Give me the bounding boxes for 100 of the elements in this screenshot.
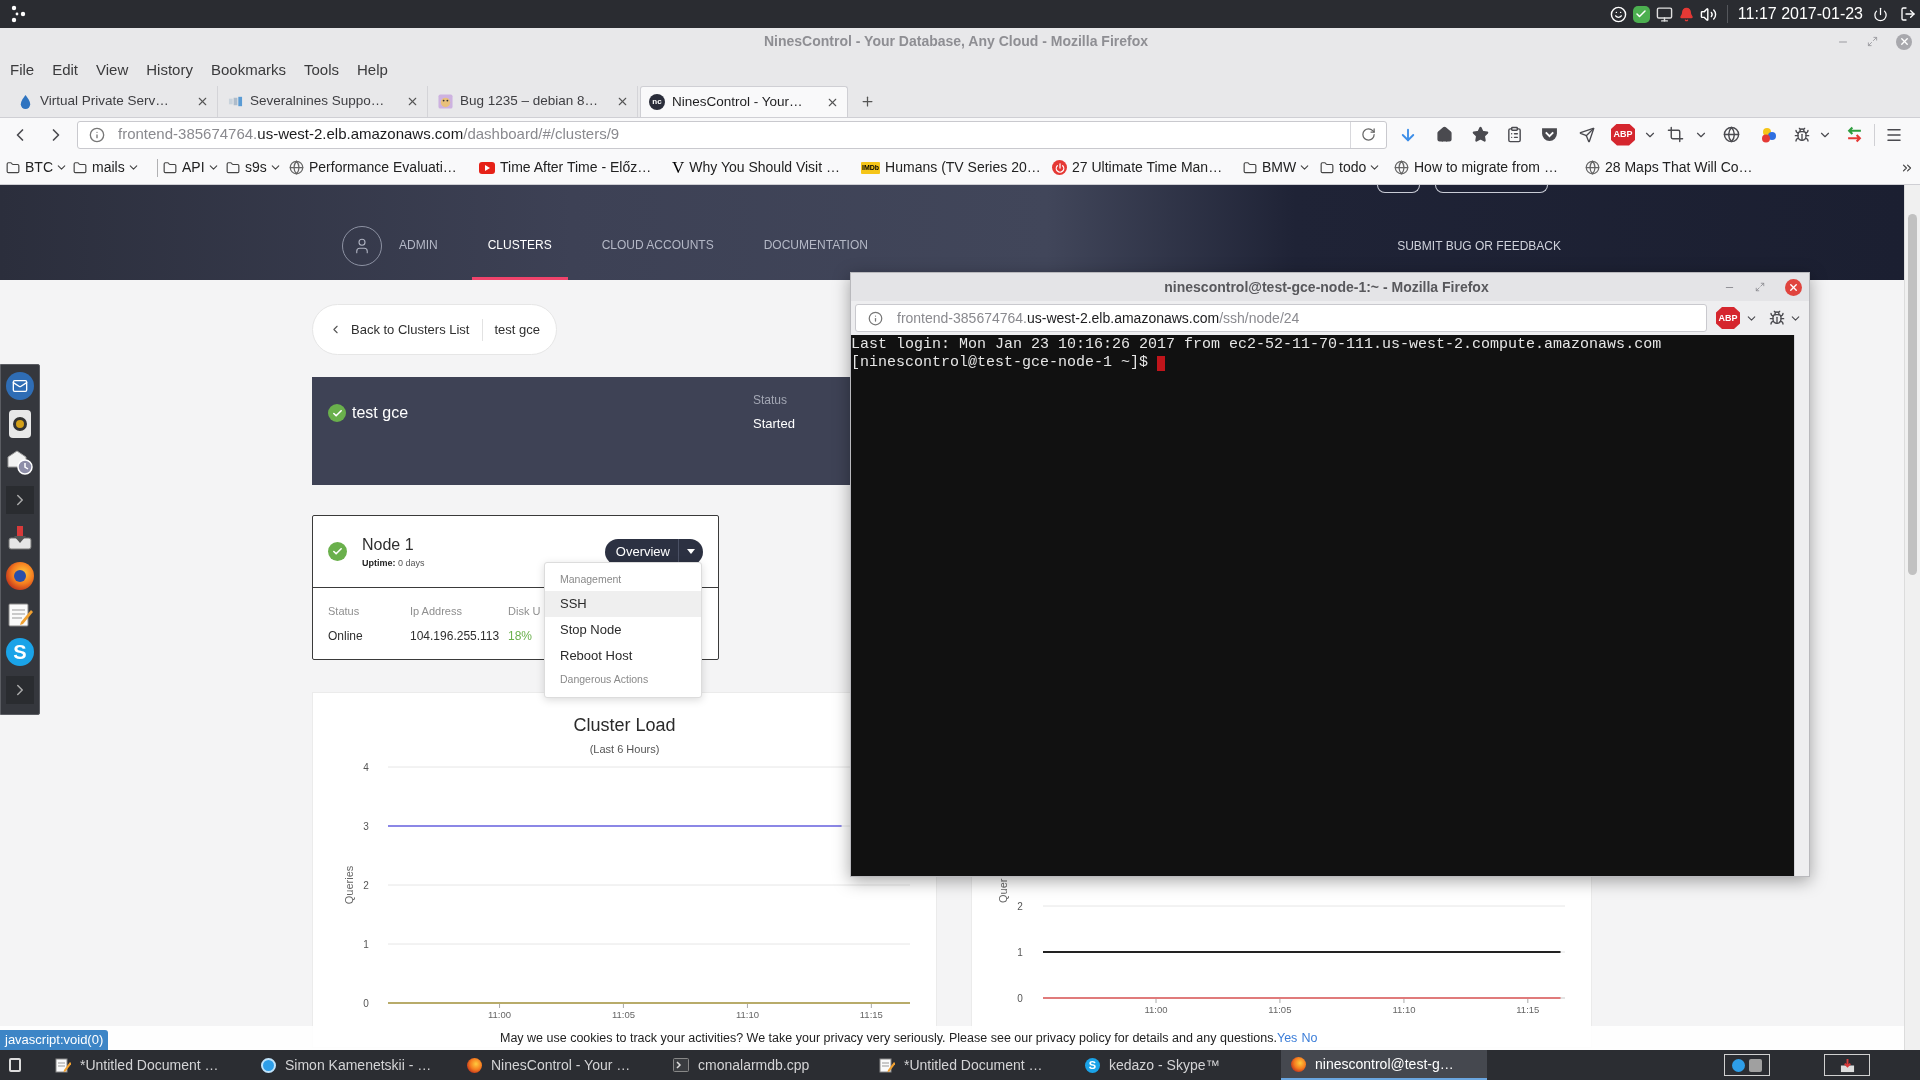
octagon-badge[interactable]: ABP (1611, 123, 1635, 146)
arrows-icon[interactable] (1845, 126, 1863, 143)
url-status-bar: javascript:void(0) (0, 1030, 109, 1050)
star-icon[interactable] (1471, 126, 1489, 143)
tray-download-icon[interactable] (1824, 1054, 1870, 1076)
close-icon[interactable] (616, 95, 629, 108)
menu-item[interactable]: File (10, 58, 35, 82)
chat-bubble-icon (261, 1057, 276, 1073)
axis-tick-label: 4 (363, 761, 369, 773)
clock-text[interactable]: 11:17 2017-01-23 (1737, 2, 1863, 26)
globe-icon (1394, 160, 1409, 175)
taskbar-item[interactable]: S kedazo - Skype™ (1075, 1050, 1281, 1080)
bookmark-item[interactable]: mails (73, 157, 140, 178)
decline-link[interactable]: No (1301, 1028, 1318, 1048)
new-tab-icon[interactable] (860, 93, 875, 109)
clipboard-icon[interactable] (1505, 126, 1523, 143)
menu-item[interactable]: View (96, 58, 129, 82)
chevron-right-icon[interactable] (6, 486, 34, 514)
status-label: Status (753, 392, 789, 408)
notepad-icon[interactable] (6, 600, 34, 628)
bookmark-item[interactable]: Performance Evaluati… (289, 157, 457, 178)
blur-icon (228, 94, 243, 109)
menu-item[interactable]: Stop Node (545, 617, 701, 643)
nav-tab[interactable]: ADMIN (383, 212, 454, 280)
close-icon[interactable] (196, 95, 209, 108)
bookmark-item[interactable]: todo (1320, 157, 1382, 178)
close-icon[interactable] (406, 95, 419, 108)
bookmark-item[interactable]: s9s (226, 157, 282, 178)
nav-tab[interactable]: CLUSTERS (471, 212, 568, 280)
check-badge-icon[interactable] (1632, 5, 1650, 23)
menu-item[interactable]: Bookmarks (210, 58, 286, 82)
bookmark-item[interactable]: BMW (1243, 157, 1312, 178)
shield-icon[interactable] (1540, 126, 1558, 143)
menu-item[interactable]: History (146, 58, 193, 82)
monitor-icon[interactable] (1655, 5, 1673, 23)
folder-icon (163, 160, 177, 175)
reload-icon[interactable] (1361, 127, 1376, 142)
scrollbar[interactable] (1904, 185, 1920, 1050)
menu-item[interactable]: Help (357, 58, 388, 82)
launcher-icon[interactable] (10, 5, 26, 23)
bell-icon[interactable] (1678, 6, 1694, 22)
power-icon[interactable] (1873, 6, 1888, 22)
bug-icon[interactable] (1769, 310, 1785, 326)
menu-item[interactable]: Tools (304, 58, 339, 82)
browser-tab[interactable]: nc NinesControl - Your… (640, 86, 848, 117)
dropdown-toggle[interactable] (678, 538, 703, 565)
mail-icon[interactable] (6, 372, 34, 400)
taskbar-item[interactable]: NinesControl - Your … (457, 1050, 663, 1080)
info-icon[interactable] (868, 310, 883, 326)
taskbar-item[interactable]: *Untitled Document … (869, 1050, 1075, 1080)
overview-button[interactable]: Overview (604, 538, 678, 565)
axis-tick-label: 3 (363, 820, 369, 832)
info-icon[interactable] (89, 126, 105, 143)
speaker-icon[interactable] (9, 410, 31, 438)
smiley-icon[interactable] (1609, 5, 1627, 23)
menu-item[interactable]: Edit (52, 58, 79, 82)
download-tray-icon[interactable] (6, 524, 34, 552)
tray-chat-icon[interactable] (1724, 1054, 1770, 1076)
menu-item[interactable]: SSH (545, 591, 701, 617)
volume-icon[interactable] (1699, 5, 1717, 23)
octagon-badge[interactable]: ABP (1716, 307, 1740, 329)
axis-tick-label: 0 (363, 997, 369, 1009)
feedback-link[interactable]: SUBMIT BUG OR FEEDBACK (1397, 237, 1561, 255)
nav-tab[interactable]: DOCUMENTATION (747, 212, 884, 280)
menu-item[interactable]: Reboot Host (545, 643, 701, 669)
bookmark-item[interactable]: V Why You Should Visit … (672, 157, 840, 178)
bookmark-item[interactable]: How to migrate from … (1394, 157, 1558, 178)
taskbar-item[interactable]: Simon Kamenetskii - … (251, 1050, 457, 1080)
chevron-right-icon[interactable] (6, 676, 34, 704)
bookmark-item[interactable]: BTC (6, 157, 68, 178)
accept-link[interactable]: Yes (1276, 1028, 1298, 1048)
field-value: Online (328, 627, 364, 644)
scrollbar-thumb[interactable] (1908, 214, 1917, 575)
url-field[interactable]: frontend-385674764.us-west-2.elb.amazonaws.com/ssh/node/24 (855, 304, 1707, 332)
show-desktop-icon[interactable] (9, 1058, 21, 1072)
send-icon[interactable] (1579, 126, 1595, 143)
taskbar-item[interactable]: ninescontrol@test-g… (1281, 1050, 1487, 1080)
bookmark-item[interactable]: Time After Time - Előz… (479, 157, 652, 178)
axis-title: Quer (997, 878, 1009, 903)
taskbar-item[interactable]: cmonalarmdb.cpp (663, 1050, 869, 1080)
bookmark-item[interactable]: 27 Ultimate Time Man… (1052, 157, 1223, 178)
taskbar-item[interactable]: *Untitled Document … (45, 1050, 251, 1080)
back-link[interactable]: Back to Clusters List (329, 319, 470, 340)
bookmark-item[interactable]: API (163, 157, 220, 178)
notepad-icon (879, 1057, 895, 1073)
url-field[interactable]: frontend-385674764.us-west-2.elb.amazonaws.com/dashboard/#/clusters/9 (77, 120, 1387, 149)
bug-icon[interactable] (1794, 126, 1810, 143)
cookie-notice: May we use cookies to track your activities? We take your privacy very seriously. Please see our privacy policy for details and any questions. (500, 1029, 1277, 1047)
crop-icon[interactable] (1666, 126, 1684, 143)
globe-icon[interactable] (1722, 126, 1740, 143)
logout-icon[interactable] (1900, 6, 1916, 22)
home-icon[interactable] (1435, 126, 1453, 143)
text-cursor (1157, 355, 1166, 371)
mail-clock-icon[interactable] (6, 448, 34, 476)
browser-icon[interactable] (6, 562, 34, 590)
close-icon[interactable] (1785, 278, 1802, 296)
nav-tab[interactable]: CLOUD ACCOUNTS (585, 212, 730, 280)
colored-dots-icon[interactable] (1761, 126, 1777, 143)
bookmark-item[interactable]: 28 Maps That Will Co… (1585, 157, 1753, 178)
terminal-line: Last login: Mon Jan 23 10:16:26 2017 from ec2-52-11-70-111.us-west-2.compute.amazonaws.com (851, 336, 1662, 354)
